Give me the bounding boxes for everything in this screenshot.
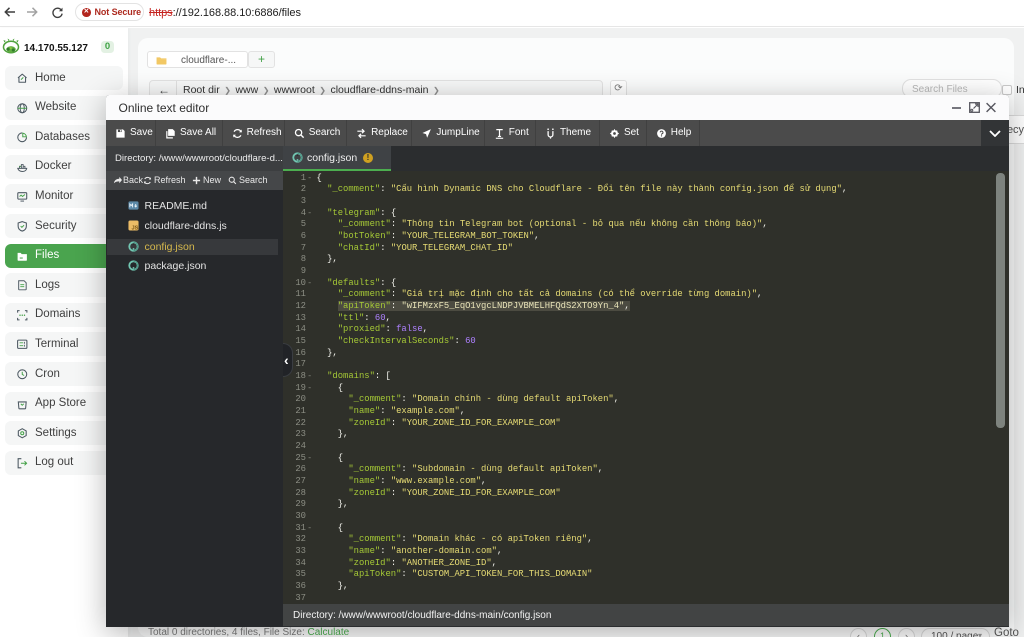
svg-text:JS: JS: [131, 226, 138, 231]
